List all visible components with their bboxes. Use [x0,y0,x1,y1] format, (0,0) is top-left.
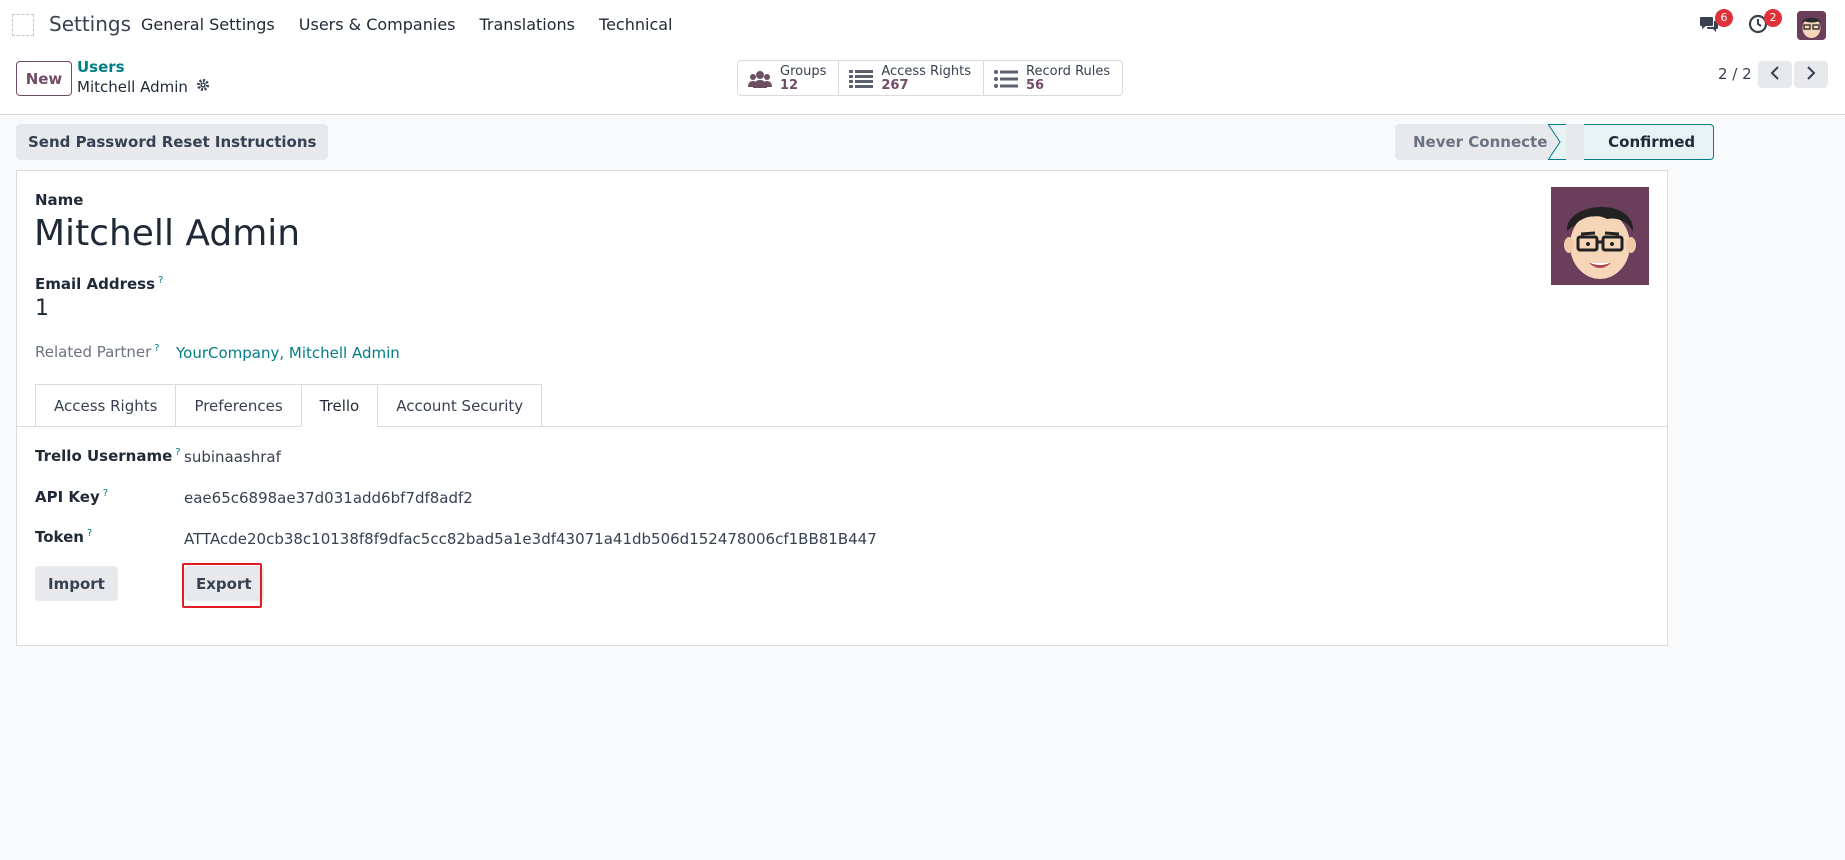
groups-label: Groups [780,64,827,79]
smart-buttons: Groups 12 Access Rights 267 Record Rules… [737,60,1124,96]
groups-count: 12 [780,78,799,93]
access-rights-label: Access Rights [881,64,972,79]
api-key-label: API Key? [35,488,108,506]
help-icon[interactable]: ? [175,447,180,458]
tab-access-rights[interactable]: Access Rights [35,384,176,427]
email-label: Email Address? [35,275,163,293]
menu-technical[interactable]: Technical [599,15,672,34]
api-key-label-text: API Key [35,488,100,506]
import-button[interactable]: Import [35,566,118,601]
groups-text: Groups 12 [780,65,826,93]
record-rules-text: Record Rules 56 [1026,65,1110,93]
help-icon[interactable]: ? [87,528,92,539]
clock-icon[interactable]: 2 [1746,9,1782,36]
token-field[interactable]: ATTAcde20cb38c10138f8f9dfac5cc82bad5a1e3… [184,530,877,548]
export-button[interactable]: Export [184,566,264,601]
token-label-text: Token [35,528,84,546]
breadcrumb-current: Mitchell Admin [77,78,210,96]
app-name[interactable]: Settings [49,12,131,36]
form-sheet: Name Mitchell Admin Email Address? 1 Rel… [16,170,1668,646]
token-label: Token? [35,528,92,546]
notebook-tabs: Access Rights Preferences Trello Account… [35,384,543,427]
list-icon [849,68,874,90]
email-label-text: Email Address [35,275,156,293]
api-key-field[interactable]: eae65c6898ae37d031add6bf7df8adf2 [184,489,473,507]
access-rights-text: Access Rights 267 [881,65,971,93]
activities-badge: 2 [1764,9,1782,27]
user-avatar[interactable] [1797,11,1826,40]
related-partner-label-text: Related Partner [35,343,152,361]
list-icon [994,68,1019,90]
pager-next-button[interactable] [1794,61,1828,88]
record-rules-label: Record Rules [1026,64,1111,79]
top-navbar: Settings General Settings Users & Compan… [0,0,1845,49]
related-partner-link[interactable]: YourCompany, Mitchell Admin [176,344,400,362]
help-icon[interactable]: ? [158,275,163,286]
trello-username-field[interactable]: subinaashraf [184,448,281,466]
stage-arrow [1548,124,1566,160]
breadcrumb-current-label: Mitchell Admin [77,78,188,96]
help-icon[interactable]: ? [103,488,108,499]
tab-account-security[interactable]: Account Security [377,384,543,427]
tab-trello[interactable]: Trello [300,384,378,427]
pager-value[interactable]: 2 / 2 [1718,65,1752,83]
chevron-right-icon [1806,65,1816,84]
chevron-left-icon [1770,65,1780,84]
breadcrumb-users[interactable]: Users [77,58,125,76]
trello-username-label-text: Trello Username [35,447,173,465]
related-partner-label: Related Partner? [35,343,160,361]
main-menu: General Settings Users & Companies Trans… [141,15,672,34]
control-panel: New Users Mitchell Admin Groups 12 Acces… [0,49,1845,115]
access-rights-count: 267 [881,78,909,93]
trello-username-label: Trello Username? [35,447,181,465]
smart-button-groups[interactable]: Groups 12 [738,61,840,95]
user-photo[interactable] [1551,187,1649,285]
pager-previous-button[interactable] [1758,61,1792,88]
send-password-reset-button[interactable]: Send Password Reset Instructions [16,124,329,160]
menu-translations[interactable]: Translations [480,15,576,34]
smart-button-access-rights[interactable]: Access Rights 267 [839,61,985,95]
gear-icon[interactable] [196,78,210,96]
name-field[interactable]: Mitchell Admin [34,213,300,254]
name-label: Name [35,191,84,209]
chat-icon[interactable]: 6 [1697,9,1733,36]
menu-users-companies[interactable]: Users & Companies [299,15,456,34]
app-icon[interactable] [12,14,34,36]
menu-general-settings[interactable]: General Settings [141,15,275,34]
help-icon[interactable]: ? [154,343,159,354]
stage-confirmed[interactable]: Confirmed [1584,124,1715,160]
record-rules-count: 56 [1026,78,1045,93]
users-icon [748,68,772,90]
messages-badge: 6 [1715,9,1733,27]
tab-preferences[interactable]: Preferences [175,384,301,427]
smart-button-record-rules[interactable]: Record Rules 56 [984,61,1122,95]
new-button[interactable]: New [16,61,72,96]
email-field[interactable]: 1 [35,296,49,321]
